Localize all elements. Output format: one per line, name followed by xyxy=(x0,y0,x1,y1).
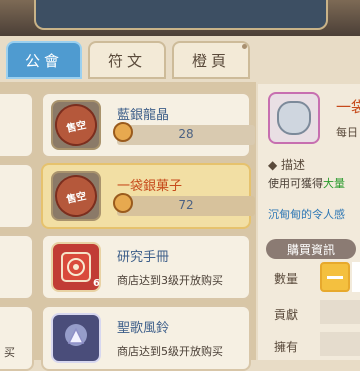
desc-line-1: 使用可獲得大量 xyxy=(268,177,345,190)
money-bag-icon xyxy=(277,101,311,135)
quantity-field[interactable] xyxy=(352,262,360,292)
price-value: 28 xyxy=(178,127,194,141)
qty-label: 數量 xyxy=(274,272,299,286)
tab-runes[interactable]: 符文 xyxy=(88,41,166,79)
tab-orange-page[interactable]: 橙頁 xyxy=(172,41,250,79)
item-count-badge: 6 xyxy=(93,278,100,289)
price-value: 72 xyxy=(178,198,194,212)
list-item-left-4[interactable]: 买 xyxy=(0,305,34,371)
top-frame xyxy=(0,0,360,36)
unlock-notice: 商店达到3级开放购买 xyxy=(117,274,223,287)
desc-line-2: 沉甸甸的令人感 xyxy=(268,208,345,221)
detail-subtitle: 每日 xyxy=(336,126,358,139)
item-name: 一袋銀菓子 xyxy=(117,179,183,194)
unlock-notice: 商店达到5级开放购买 xyxy=(117,345,223,358)
list-item-left-1[interactable] xyxy=(0,92,34,158)
list-item-left-2[interactable] xyxy=(0,163,34,229)
detail-title: 一袋 xyxy=(336,98,360,116)
sold-out-seal-icon: 售空 xyxy=(53,102,99,148)
item-name: 研究手冊 xyxy=(117,250,170,265)
minus-icon xyxy=(327,275,343,279)
tab-bar: 公會 符文 橙頁 xyxy=(0,38,360,82)
price-box: 28 xyxy=(113,122,255,145)
wind-chime-icon xyxy=(65,324,87,346)
diamond-bullet-icon: ◆ xyxy=(268,158,282,172)
left-edge-text: 买 xyxy=(4,346,15,359)
item-detail-panel: 一袋 每日 ◆ 描述 使用可獲得大量 沉甸甸的令人感 購買資訊 數量 貢獻 擁有 xyxy=(258,84,360,360)
red-book-icon xyxy=(61,252,91,282)
item-name: 聖歌風鈴 xyxy=(117,321,170,336)
list-item-selected[interactable]: 售空 一袋銀菓子 72 xyxy=(41,163,255,229)
list-item[interactable]: 售空 藍銀龍晶 28 xyxy=(41,92,255,158)
list-item[interactable]: 6 研究手冊 商店达到3级开放购买 xyxy=(41,234,251,300)
purchase-info-header: 購買資訊 xyxy=(266,239,356,259)
list-item[interactable]: 聖歌風鈴 商店达到5级开放购买 xyxy=(41,305,251,371)
title-banner xyxy=(34,0,328,30)
item-preview xyxy=(268,92,320,144)
price-box: 72 xyxy=(113,193,255,216)
sold-out-seal-icon: 售空 xyxy=(53,173,99,219)
decrease-quantity-button[interactable] xyxy=(320,262,350,292)
contribution-label: 貢獻 xyxy=(274,308,299,322)
owned-value-box xyxy=(320,332,360,356)
item-thumb xyxy=(51,313,101,363)
item-thumb: 售空 xyxy=(51,100,101,150)
corner-dot-icon xyxy=(242,44,247,49)
tab-guild[interactable]: 公會 xyxy=(6,41,82,79)
desc-header: ◆ 描述 xyxy=(268,158,306,172)
item-name: 藍銀龍晶 xyxy=(117,108,170,123)
owned-label: 擁有 xyxy=(274,340,299,354)
item-thumb: 售空 xyxy=(51,171,101,221)
list-item-left-3[interactable] xyxy=(0,234,34,300)
contribution-value-box xyxy=(320,300,360,324)
item-thumb: 6 xyxy=(51,242,101,292)
